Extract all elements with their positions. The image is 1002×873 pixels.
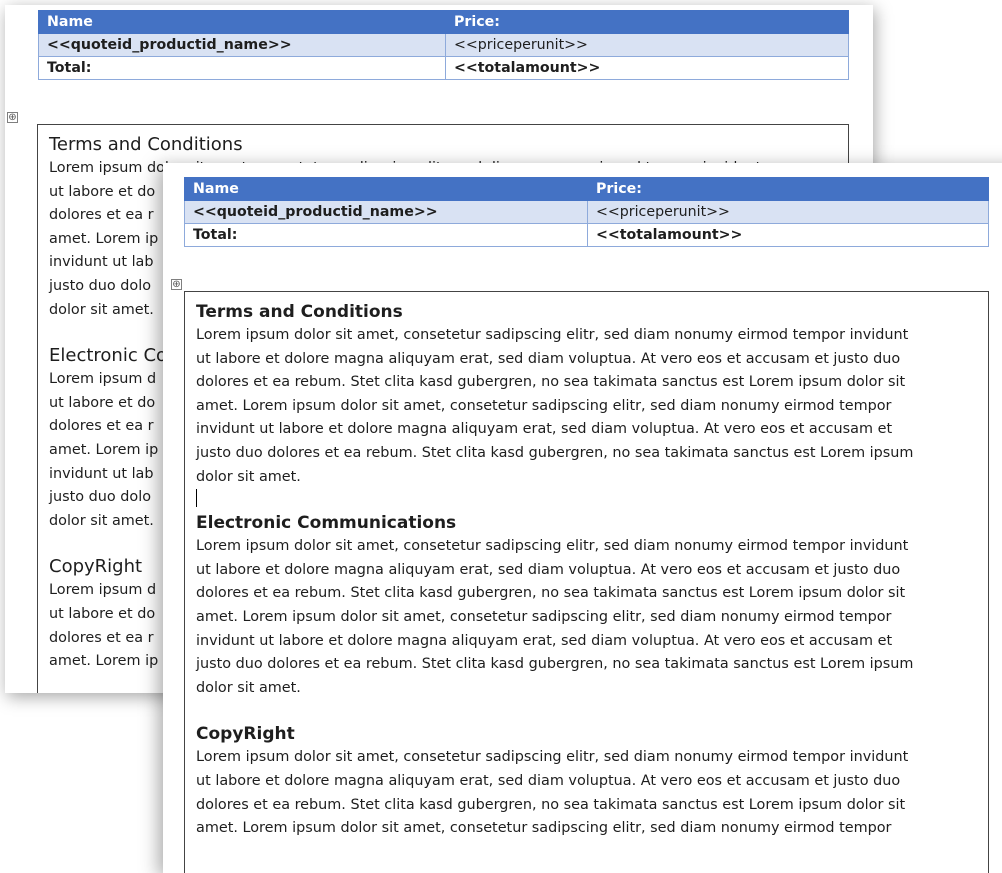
front-document-page: Name Price: <<quoteid_productid_name>> <… xyxy=(163,163,1002,873)
total-label-cell[interactable]: Total: xyxy=(184,223,588,247)
header-name-cell[interactable]: Name xyxy=(38,10,446,34)
text-cursor xyxy=(196,489,197,508)
price-per-unit-cell[interactable]: <<priceperunit>> xyxy=(587,200,989,224)
product-name-cell[interactable]: <<quoteid_productid_name>> xyxy=(38,33,446,57)
price-per-unit-cell[interactable]: <<priceperunit>> xyxy=(445,33,849,57)
section-body: Lorem ipsum dolor sit amet, consetetur s… xyxy=(196,327,914,485)
table-row: Total: <<totalamount>> xyxy=(38,56,849,80)
total-label-cell[interactable]: Total: xyxy=(38,56,446,80)
header-name-cell[interactable]: Name xyxy=(184,177,588,201)
header-price-cell[interactable]: Price: xyxy=(587,177,989,201)
table-move-icon[interactable]: ⊕ xyxy=(7,112,18,123)
product-name-cell[interactable]: <<quoteid_productid_name>> xyxy=(184,200,588,224)
quote-table[interactable]: Name Price: <<quoteid_productid_name>> <… xyxy=(38,10,849,80)
header-price-cell[interactable]: Price: xyxy=(445,10,849,34)
terms-text-box[interactable]: Terms and Conditions Lorem ipsum dolor s… xyxy=(184,291,989,873)
section-title: Terms and Conditions xyxy=(49,134,243,155)
section-title: Terms and Conditions xyxy=(196,302,403,322)
section-body: Lorem ipsum dolor sit amet, consetetur s… xyxy=(196,538,914,696)
quote-table[interactable]: Name Price: <<quoteid_productid_name>> <… xyxy=(184,177,989,247)
total-amount-cell[interactable]: <<totalamount>> xyxy=(587,223,989,247)
table-row: <<quoteid_productid_name>> <<priceperuni… xyxy=(38,33,849,57)
table-header-row: Name Price: xyxy=(38,10,849,34)
table-row: Total: <<totalamount>> xyxy=(184,223,989,247)
section-body: Lorem ipsum dolor sit amet, consetetur s… xyxy=(196,749,909,837)
section-title: Electronic Communications xyxy=(196,513,457,534)
table-row: <<quoteid_productid_name>> <<priceperuni… xyxy=(184,200,989,224)
table-header-row: Name Price: xyxy=(184,177,989,201)
table-move-icon[interactable]: ⊕ xyxy=(171,279,182,290)
section-title: CopyRight xyxy=(196,724,295,745)
total-amount-cell[interactable]: <<totalamount>> xyxy=(445,56,849,80)
